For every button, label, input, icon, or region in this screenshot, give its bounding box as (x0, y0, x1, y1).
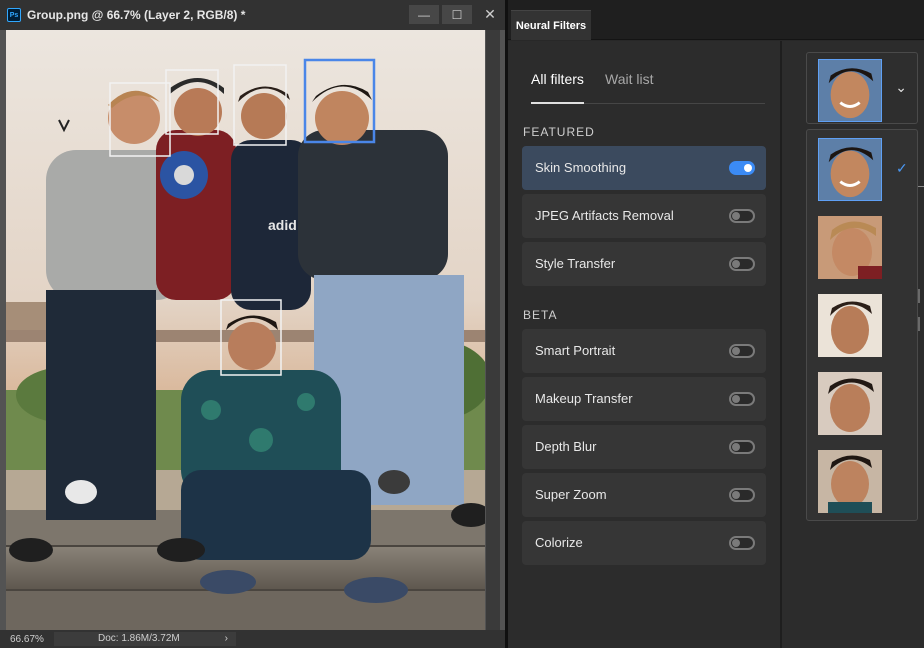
minimize-button[interactable]: — (409, 5, 439, 24)
filter-row-super-zoom[interactable]: Super Zoom (522, 473, 766, 517)
filter-label: JPEG Artifacts Removal (535, 208, 674, 223)
filter-label: Skin Smoothing (535, 160, 627, 175)
filter-tabs: All filters Wait list (531, 69, 765, 104)
vertical-scrollbar[interactable] (486, 30, 500, 630)
document-canvas[interactable]: adid (6, 30, 485, 630)
filter-toggle[interactable] (729, 488, 755, 502)
document-title-bar[interactable]: Ps Group.png @ 66.7% (Layer 2, RGB/8) * … (0, 0, 505, 30)
status-bar: 66.67% Doc: 1.86M/3.72M › (0, 630, 505, 648)
filter-label: Style Transfer (535, 256, 616, 271)
filter-row-colorize[interactable]: Colorize (522, 521, 766, 565)
document-window: Ps Group.png @ 66.7% (Layer 2, RGB/8) * … (0, 0, 505, 648)
filter-toggle[interactable] (729, 257, 755, 271)
ps-icon: Ps (7, 8, 21, 22)
section-heading-beta: BETA (523, 308, 558, 322)
check-icon: ✓ (896, 160, 908, 176)
filter-toggle[interactable] (729, 440, 755, 454)
chevron-down-icon[interactable]: ⌄ (895, 79, 907, 96)
face-selector[interactable]: ⌄ (806, 52, 918, 124)
tab-neural-filters[interactable]: Neural Filters (511, 10, 591, 40)
filter-label: Depth Blur (535, 439, 597, 454)
filter-row-smart-portrait[interactable]: Smart Portrait (522, 329, 766, 373)
close-button[interactable]: ✕ (475, 5, 505, 24)
face-option-3[interactable] (818, 294, 882, 357)
filter-toggle[interactable] (729, 344, 755, 358)
face-option-2[interactable] (818, 216, 882, 279)
maximize-button[interactable]: ☐ (442, 5, 472, 24)
filter-row-makeup-transfer[interactable]: Makeup Transfer (522, 377, 766, 421)
window-controls: — ☐ ✕ (406, 5, 505, 24)
doc-info-text: Doc: 1.86M/3.72M (98, 633, 180, 644)
filter-row-jpeg-artifacts-removal[interactable]: JPEG Artifacts Removal (522, 194, 766, 238)
doc-info[interactable]: Doc: 1.86M/3.72M › (54, 632, 236, 646)
filter-row-style-transfer[interactable]: Style Transfer (522, 242, 766, 286)
zoom-level[interactable]: 66.67% (0, 634, 52, 645)
filter-label: Makeup Transfer (535, 391, 633, 406)
filter-label: Super Zoom (535, 487, 607, 502)
filter-row-depth-blur[interactable]: Depth Blur (522, 425, 766, 469)
section-heading-featured: FEATURED (523, 125, 595, 139)
tab-wait-list[interactable]: Wait list (605, 69, 653, 104)
face-option-1[interactable] (818, 138, 882, 201)
filter-toggle[interactable] (729, 161, 755, 175)
panel-tab-bar: Neural Filters (508, 0, 924, 40)
selected-face-thumbnail (818, 59, 882, 122)
filter-toggle[interactable] (729, 536, 755, 550)
document-title: Group.png @ 66.7% (Layer 2, RGB/8) * (27, 8, 246, 22)
filter-label: Smart Portrait (535, 343, 616, 358)
status-arrow-icon[interactable]: › (225, 632, 228, 646)
svg-text:adid: adid (268, 217, 297, 233)
neural-filters-panel: Neural Filters All filters Wait list FEA… (508, 0, 924, 648)
filter-options-pane: ⌄ ✓ (782, 41, 924, 648)
face-option-4[interactable] (818, 372, 882, 435)
panel-edge (918, 41, 924, 648)
filter-label: Colorize (535, 535, 583, 550)
filter-toggle[interactable] (729, 392, 755, 406)
filter-row-skin-smoothing[interactable]: Skin Smoothing (522, 146, 766, 190)
face-dropdown: ✓ (806, 129, 918, 521)
group-photo: adid (6, 30, 485, 630)
filter-list: All filters Wait list FEATURED Skin Smoo… (508, 41, 780, 648)
filter-toggle[interactable] (729, 209, 755, 223)
face-option-5[interactable] (818, 450, 882, 513)
tab-all-filters[interactable]: All filters (531, 69, 584, 104)
